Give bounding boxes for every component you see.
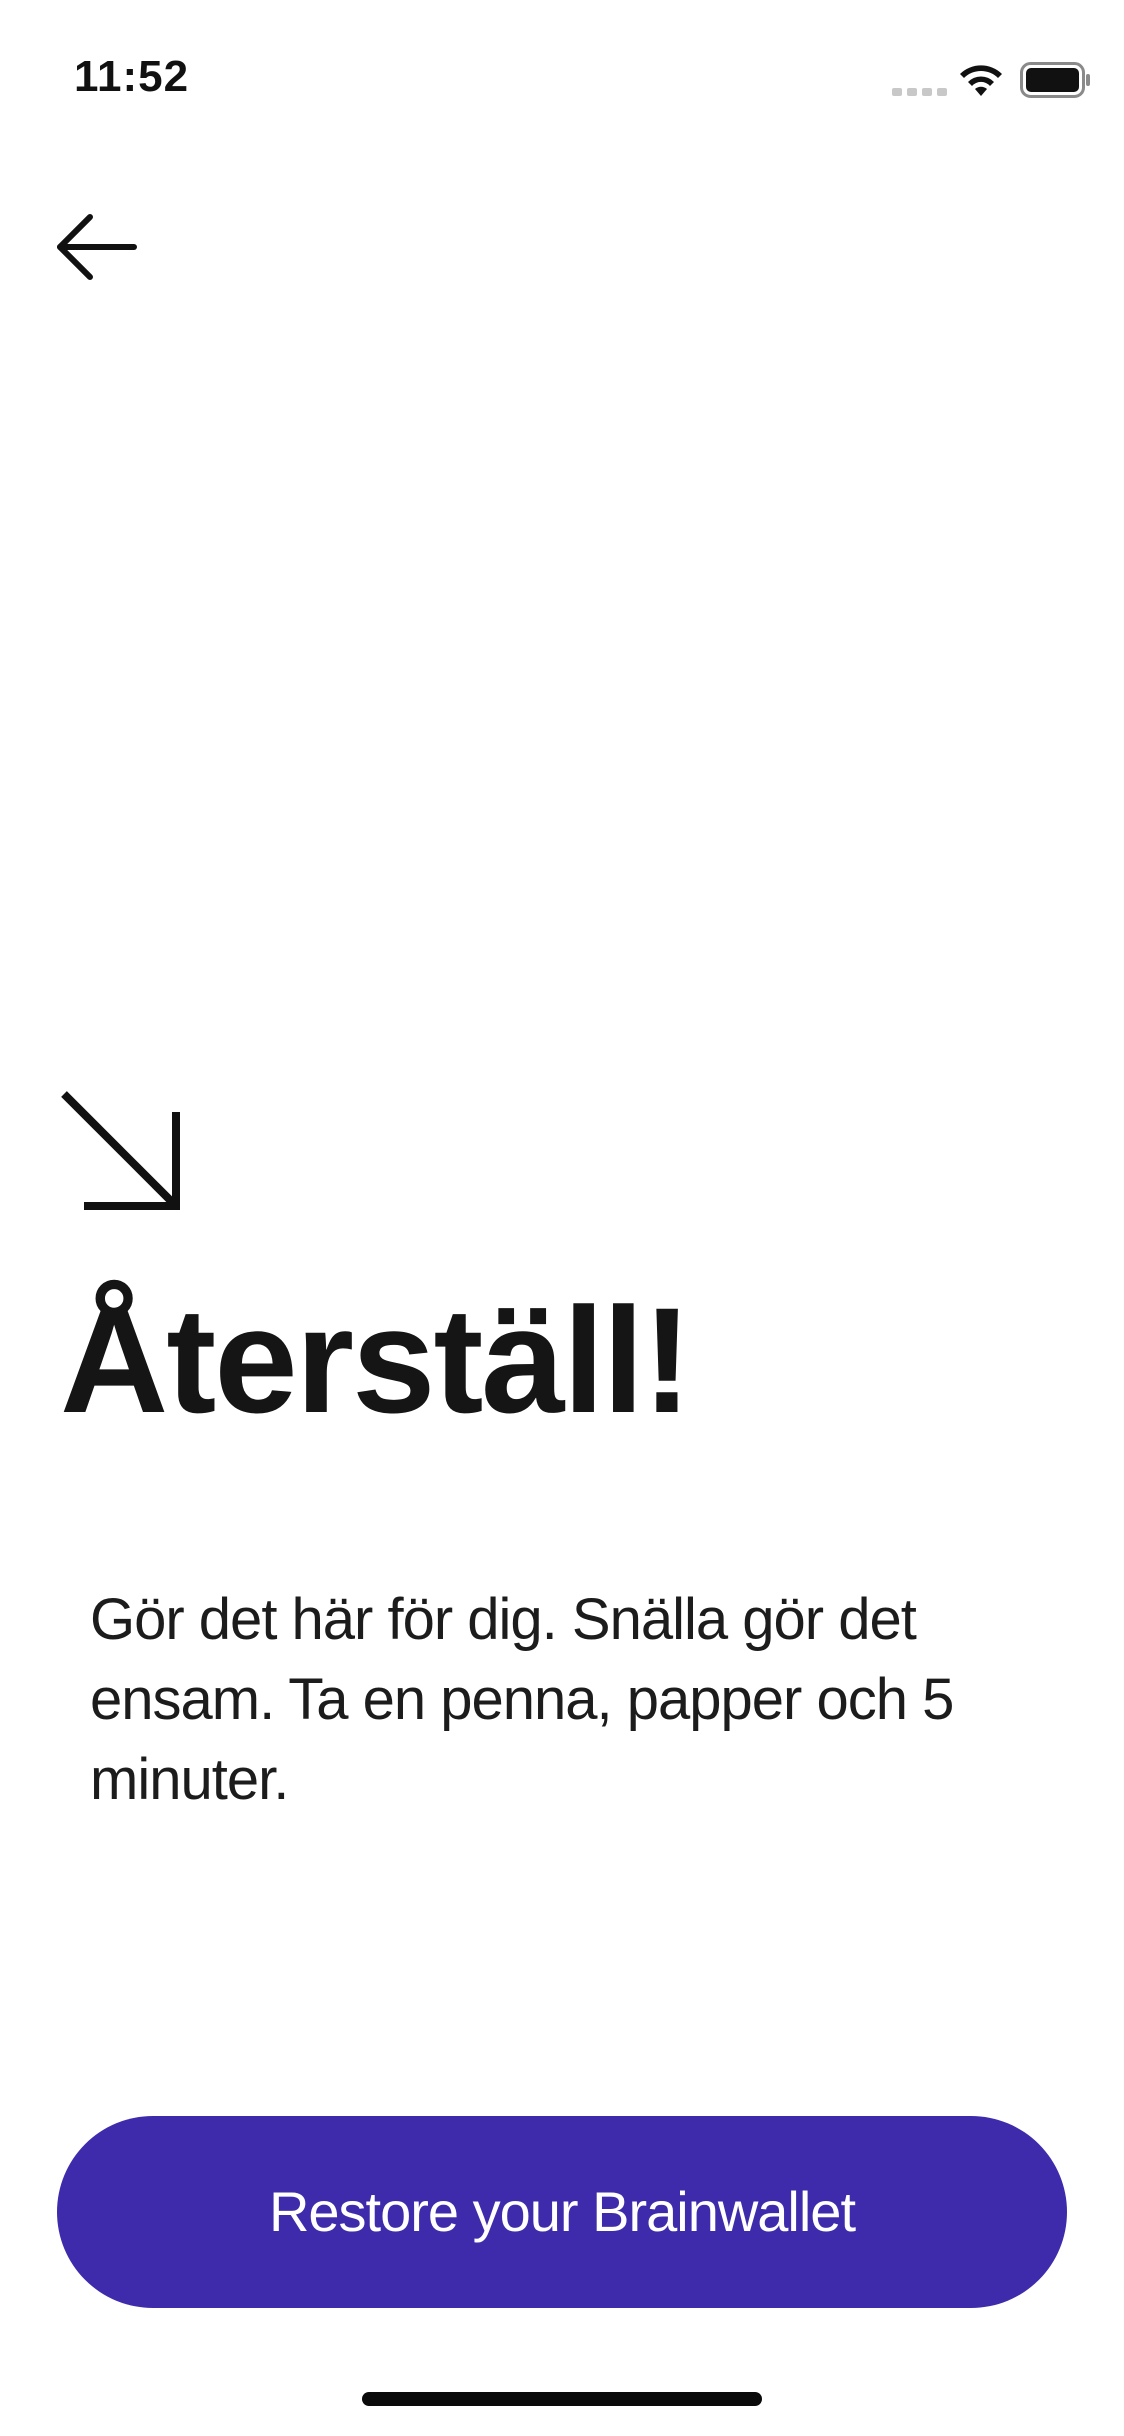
restore-brainwallet-button[interactable]: Restore your Brainwallet — [57, 2116, 1067, 2308]
status-bar: 11:52 — [0, 0, 1124, 140]
page-title: Återställ! — [60, 1276, 692, 1444]
back-button[interactable] — [50, 205, 150, 295]
home-indicator[interactable] — [362, 2392, 762, 2406]
arrow-left-icon — [57, 214, 137, 280]
status-time: 11:52 — [74, 52, 190, 101]
arrow-down-right-icon — [61, 1091, 180, 1210]
battery-icon — [1020, 62, 1090, 98]
wifi-icon — [960, 65, 1002, 96]
description-text: Gör det här för dig. Snälla gör det ensa… — [90, 1587, 954, 1812]
cellular-signal-icon — [892, 88, 947, 96]
